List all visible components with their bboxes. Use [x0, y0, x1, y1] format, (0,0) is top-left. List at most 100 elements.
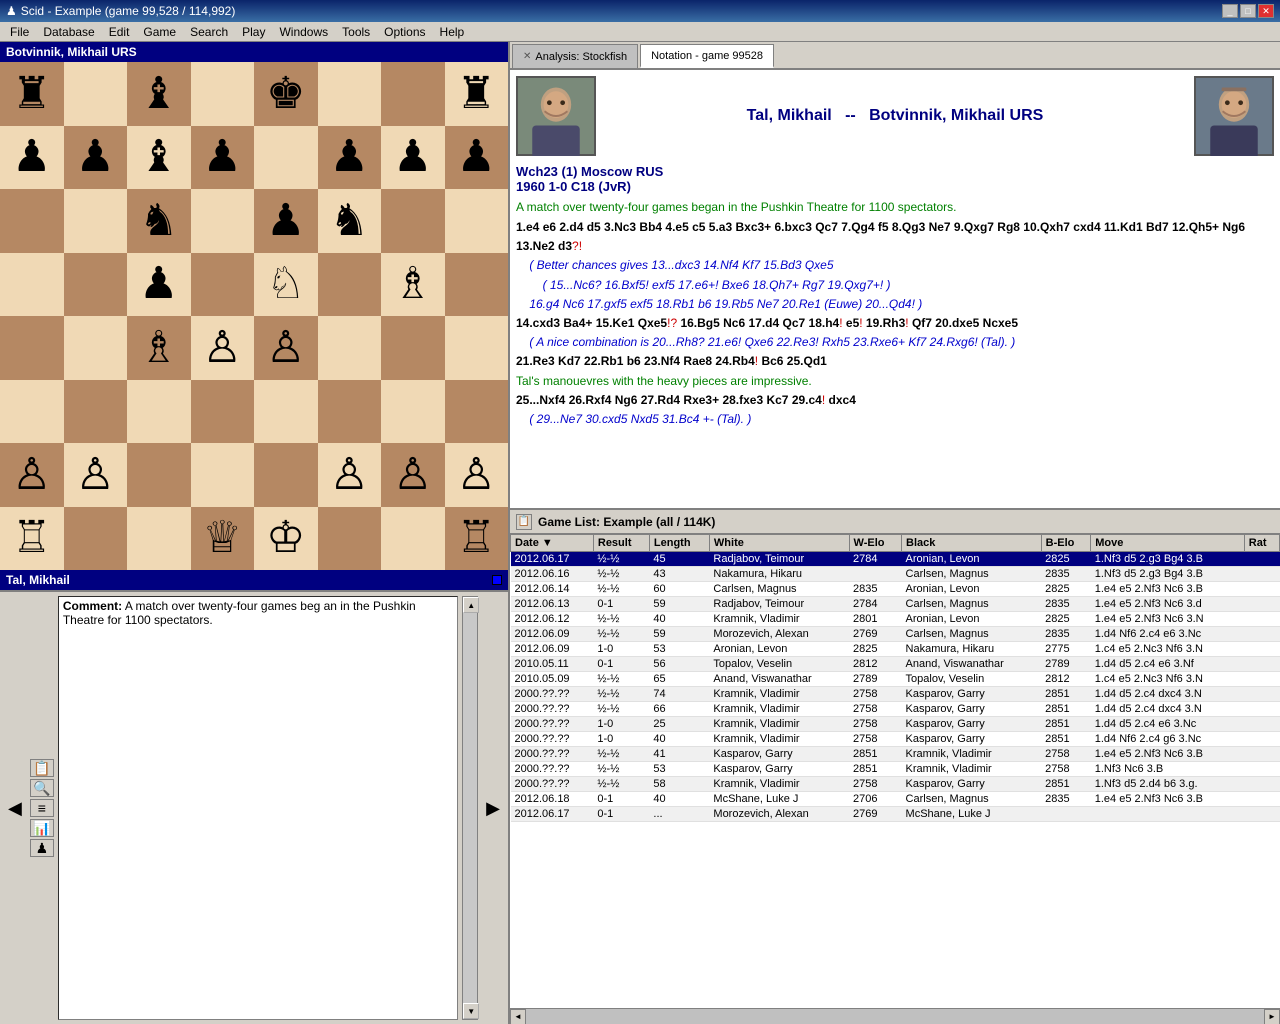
- square-b1[interactable]: [64, 507, 128, 571]
- square-a7[interactable]: ♟: [0, 126, 64, 190]
- square-e2[interactable]: [254, 443, 318, 507]
- square-h5[interactable]: [445, 253, 509, 317]
- table-row[interactable]: 2010.05.110-156Topalov, Veselin2812Anand…: [511, 657, 1280, 672]
- tab-analysis[interactable]: ✕ Analysis: Stockfish: [512, 44, 638, 68]
- book-icon-button[interactable]: 📋: [30, 759, 54, 777]
- square-c2[interactable]: [127, 443, 191, 507]
- scroll-left-arrow[interactable]: ◄: [510, 1009, 526, 1024]
- scroll-up-arrow[interactable]: ▲: [463, 597, 479, 613]
- square-c8[interactable]: ♝: [127, 62, 191, 126]
- square-d2[interactable]: [191, 443, 255, 507]
- minimize-button[interactable]: _: [1222, 4, 1238, 18]
- square-g6[interactable]: [381, 189, 445, 253]
- square-h8[interactable]: ♜: [445, 62, 509, 126]
- col-belo[interactable]: B-Elo: [1041, 535, 1091, 552]
- square-c6[interactable]: ♞: [127, 189, 191, 253]
- col-welo[interactable]: W-Elo: [849, 535, 901, 552]
- menu-play[interactable]: Play: [236, 23, 271, 41]
- square-c4[interactable]: ♗: [127, 316, 191, 380]
- square-h1[interactable]: ♖: [445, 507, 509, 571]
- col-white[interactable]: White: [709, 535, 849, 552]
- square-f7[interactable]: ♟: [318, 126, 382, 190]
- nav-prev-button[interactable]: ◀: [4, 596, 26, 1020]
- tab-notation-label[interactable]: Notation - game 99528: [651, 50, 763, 62]
- square-f1[interactable]: [318, 507, 382, 571]
- square-d3[interactable]: [191, 380, 255, 444]
- square-f4[interactable]: [318, 316, 382, 380]
- menu-edit[interactable]: Edit: [103, 23, 136, 41]
- square-a3[interactable]: [0, 380, 64, 444]
- lines-icon-button[interactable]: ≡: [30, 799, 54, 817]
- square-h3[interactable]: [445, 380, 509, 444]
- menu-windows[interactable]: Windows: [273, 23, 334, 41]
- bottom-scrollbar[interactable]: ◄ ►: [510, 1008, 1280, 1024]
- square-c1[interactable]: [127, 507, 191, 571]
- scroll-down-arrow[interactable]: ▼: [463, 1003, 479, 1019]
- chess-board[interactable]: ♜ ♝ ♚ ♜ ♟ ♟ ♝ ♟ ♟ ♟ ♟ ♞: [0, 62, 508, 570]
- square-g4[interactable]: [381, 316, 445, 380]
- square-a8[interactable]: ♜: [0, 62, 64, 126]
- tab-analysis-label[interactable]: Analysis: Stockfish: [535, 51, 627, 63]
- table-row[interactable]: 2000.??.??½-½74Kramnik, Vladimir2758Kasp…: [511, 687, 1280, 702]
- menu-search[interactable]: Search: [184, 23, 234, 41]
- gamelist-icon-1[interactable]: 📋: [516, 514, 532, 530]
- square-c7[interactable]: ♝: [127, 126, 191, 190]
- nav-next-button[interactable]: ▶: [482, 596, 504, 1020]
- square-a5[interactable]: [0, 253, 64, 317]
- square-e3[interactable]: [254, 380, 318, 444]
- square-d5[interactable]: [191, 253, 255, 317]
- square-h4[interactable]: [445, 316, 509, 380]
- chart-icon-button[interactable]: 📊: [30, 819, 54, 837]
- square-e5[interactable]: ♘: [254, 253, 318, 317]
- table-row[interactable]: 2012.06.170-1...Morozevich, Alexan2769Mc…: [511, 807, 1280, 822]
- table-row[interactable]: 2012.06.091-053Aronian, Levon2825Nakamur…: [511, 642, 1280, 657]
- table-row[interactable]: 2012.06.16½-½43Nakamura, HikaruCarlsen, …: [511, 567, 1280, 582]
- square-b4[interactable]: [64, 316, 128, 380]
- table-row[interactable]: 2012.06.17½-½45Radjabov, Teimour2784Aron…: [511, 552, 1280, 567]
- square-e7[interactable]: [254, 126, 318, 190]
- square-d7[interactable]: ♟: [191, 126, 255, 190]
- table-row[interactable]: 2000.??.??½-½66Kramnik, Vladimir2758Kasp…: [511, 702, 1280, 717]
- table-row[interactable]: 2010.05.09½-½65Anand, Viswanathar2789Top…: [511, 672, 1280, 687]
- scroll-track-h[interactable]: [526, 1009, 1264, 1024]
- square-b8[interactable]: [64, 62, 128, 126]
- menu-database[interactable]: Database: [37, 23, 100, 41]
- tab-close-analysis[interactable]: ✕: [523, 51, 531, 62]
- table-row[interactable]: 2000.??.??½-½53Kasparov, Garry2851Kramni…: [511, 762, 1280, 777]
- comment-scrollbar[interactable]: ▲ ▼: [462, 596, 478, 1020]
- magnifier-icon-button[interactable]: 🔍: [30, 779, 54, 797]
- square-a4[interactable]: [0, 316, 64, 380]
- square-a2[interactable]: ♙: [0, 443, 64, 507]
- square-e1[interactable]: ♔: [254, 507, 318, 571]
- table-row[interactable]: 2012.06.14½-½60Carlsen, Magnus2835Aronia…: [511, 582, 1280, 597]
- square-d4[interactable]: ♙: [191, 316, 255, 380]
- tab-notation[interactable]: Notation - game 99528: [640, 44, 774, 68]
- square-f5[interactable]: [318, 253, 382, 317]
- scroll-right-arrow[interactable]: ►: [1264, 1009, 1280, 1024]
- square-h6[interactable]: [445, 189, 509, 253]
- square-g2[interactable]: ♙: [381, 443, 445, 507]
- table-row[interactable]: 2012.06.12½-½40Kramnik, Vladimir2801Aron…: [511, 612, 1280, 627]
- square-b3[interactable]: [64, 380, 128, 444]
- scroll-thumb[interactable]: [463, 613, 477, 1003]
- menu-game[interactable]: Game: [137, 23, 182, 41]
- col-result[interactable]: Result: [593, 535, 649, 552]
- col-black[interactable]: Black: [902, 535, 1042, 552]
- board-icon-button[interactable]: ♟: [30, 839, 54, 857]
- maximize-button[interactable]: □: [1240, 4, 1256, 18]
- table-row[interactable]: 2000.??.??1-025Kramnik, Vladimir2758Kasp…: [511, 717, 1280, 732]
- menu-help[interactable]: Help: [434, 23, 471, 41]
- square-g5[interactable]: ♗: [381, 253, 445, 317]
- col-length[interactable]: Length: [649, 535, 709, 552]
- table-row[interactable]: 2012.06.09½-½59Morozevich, Alexan2769Car…: [511, 627, 1280, 642]
- table-row[interactable]: 2012.06.180-140McShane, Luke J2706Carlse…: [511, 792, 1280, 807]
- square-d8[interactable]: [191, 62, 255, 126]
- square-g8[interactable]: [381, 62, 445, 126]
- table-row[interactable]: 2012.06.130-159Radjabov, Teimour2784Carl…: [511, 597, 1280, 612]
- square-b5[interactable]: [64, 253, 128, 317]
- square-h2[interactable]: ♙: [445, 443, 509, 507]
- col-date[interactable]: Date ▼: [511, 535, 594, 552]
- square-c3[interactable]: [127, 380, 191, 444]
- menu-tools[interactable]: Tools: [336, 23, 376, 41]
- square-d1[interactable]: ♕: [191, 507, 255, 571]
